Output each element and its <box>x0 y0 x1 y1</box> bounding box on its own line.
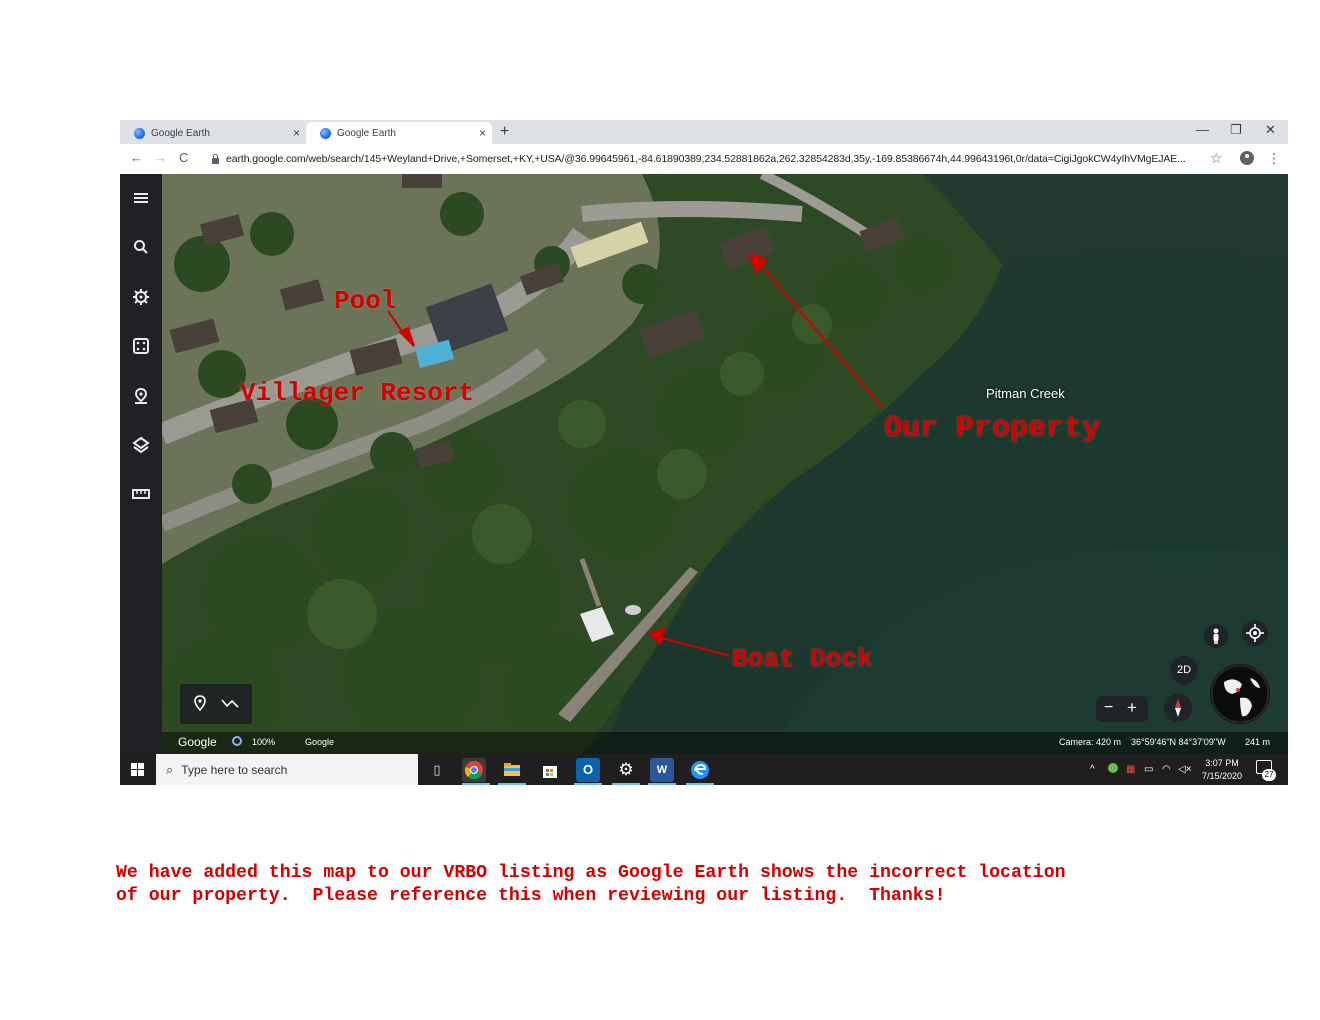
search-icon: ⌕ <box>166 761 174 777</box>
settings-icon[interactable]: ⚙ <box>614 758 638 782</box>
earth-sidebar <box>120 174 162 754</box>
file-explorer-icon[interactable] <box>500 758 524 782</box>
battery-icon[interactable]: ▭ <box>1144 764 1153 775</box>
restore-button[interactable]: ❐ <box>1230 122 1242 138</box>
taskbar-search[interactable]: ⌕ Type here to search <box>156 754 418 785</box>
google-earth-favicon-icon <box>134 127 145 139</box>
projects-icon[interactable] <box>131 386 151 406</box>
edge-icon[interactable] <box>688 758 712 782</box>
place-label-pitman-creek: Pitman Creek <box>986 386 1065 401</box>
globe-icon[interactable] <box>1210 664 1270 724</box>
url-text: earth.google.com/web/search/145+Weyland+… <box>226 153 1186 165</box>
caption-line-2: of our property. Please reference this w… <box>116 886 946 906</box>
lock-icon <box>212 154 219 164</box>
satellite-imagery <box>162 174 1288 754</box>
forward-button[interactable]: → <box>154 150 167 165</box>
taskbar-clock[interactable]: 3:07 PM 7/15/2020 <box>1200 757 1244 783</box>
google-earth-favicon-icon <box>320 127 331 139</box>
profile-icon[interactable] <box>1240 151 1254 165</box>
feeling-lucky-icon[interactable] <box>131 336 151 356</box>
tab-close-icon[interactable]: × <box>293 126 300 140</box>
zoom-controls: − + <box>1096 696 1148 722</box>
clock-time: 3:07 PM <box>1205 758 1239 768</box>
caption-note: We have added this map to our VRBO listi… <box>116 862 1266 908</box>
tab-google-earth-2[interactable]: Google Earth × <box>306 122 492 144</box>
menu-icon[interactable] <box>131 188 151 208</box>
measure-icon[interactable] <box>131 484 151 504</box>
store-icon[interactable] <box>538 758 562 782</box>
chrome-icon[interactable] <box>462 758 486 782</box>
windows-taskbar: ⌕ Type here to search ▯ O ⚙ W ^ ▦ ▭ ◠ ◁× <box>120 754 1288 785</box>
tab-close-icon[interactable]: × <box>479 126 486 140</box>
search-icon[interactable] <box>131 237 151 257</box>
view-2d-button[interactable]: 2D <box>1170 656 1198 684</box>
annotation-pool: Pool <box>334 286 397 316</box>
loading-indicator-icon <box>232 736 242 746</box>
address-bar[interactable]: earth.google.com/web/search/145+Weyland+… <box>204 148 1202 170</box>
word-icon[interactable]: W <box>650 758 674 782</box>
map-status-bar: Google 100% Google Camera: 420 m 36°59'4… <box>162 732 1288 754</box>
task-view-icon[interactable]: ▯ <box>425 758 449 782</box>
search-placeholder: Type here to search <box>181 762 288 777</box>
voyager-icon[interactable] <box>131 287 151 307</box>
tray-app-icon[interactable] <box>1108 763 1118 773</box>
caption-line-1: We have added this map to our VRBO listi… <box>116 863 1066 883</box>
scale-readout: 241 m <box>1245 737 1271 747</box>
tray-overflow-icon[interactable]: ^ <box>1090 764 1095 775</box>
camera-altitude: Camera: 420 m <box>1059 737 1122 747</box>
annotation-our-property: Our Property <box>884 412 1101 446</box>
my-location-icon[interactable] <box>1242 620 1268 646</box>
outlook-icon[interactable]: O <box>576 758 600 782</box>
tab-title: Google Earth <box>151 127 210 139</box>
wifi-icon[interactable]: ◠ <box>1162 764 1171 775</box>
tab-google-earth-1[interactable]: Google Earth × <box>120 122 306 144</box>
imagery-attribution: Google <box>305 737 335 747</box>
map-style-icon[interactable] <box>131 435 151 455</box>
annotation-boat-dock: Boat Dock <box>732 644 873 674</box>
drawing-tools <box>180 684 252 724</box>
clock-date: 7/15/2020 <box>1201 771 1243 781</box>
new-tab-button[interactable]: + <box>500 123 509 141</box>
pegman-icon[interactable] <box>1204 624 1228 648</box>
zoom-in-button[interactable]: + <box>1127 698 1137 718</box>
google-logo: Google <box>178 735 217 749</box>
windows-start-icon[interactable] <box>131 763 144 776</box>
close-window-button[interactable]: ✕ <box>1265 122 1276 138</box>
volume-muted-icon[interactable]: ◁× <box>1178 764 1192 775</box>
zoom-out-button[interactable]: − <box>1104 699 1113 717</box>
tab-strip: Google Earth × Google Earth × + — ❐ ✕ <box>120 120 1288 144</box>
address-toolbar: ← → C earth.google.com/web/search/145+We… <box>120 144 1288 175</box>
browser-menu-button[interactable]: ⋮ <box>1267 150 1281 167</box>
back-button[interactable]: ← <box>130 150 143 165</box>
coordinates: 36°59'46"N 84°37'09"W <box>1131 737 1226 747</box>
minimize-button[interactable]: — <box>1196 122 1209 137</box>
tray-gift-icon[interactable]: ▦ <box>1126 764 1135 775</box>
notification-count: 27 <box>1262 769 1276 781</box>
annotation-villager-resort: Villager Resort <box>240 378 475 408</box>
load-percent: 100% <box>252 737 276 747</box>
tab-title: Google Earth <box>337 127 396 139</box>
compass-icon[interactable] <box>1164 694 1192 722</box>
screenshot: Google Earth × Google Earth × + — ❐ ✕ ← … <box>120 120 1288 785</box>
bookmark-star-button[interactable]: ☆ <box>1210 150 1223 167</box>
reload-button[interactable]: C <box>179 150 188 165</box>
satellite-map[interactable]: Pitman Creek Pool Villager Resort Our Pr… <box>162 174 1288 754</box>
